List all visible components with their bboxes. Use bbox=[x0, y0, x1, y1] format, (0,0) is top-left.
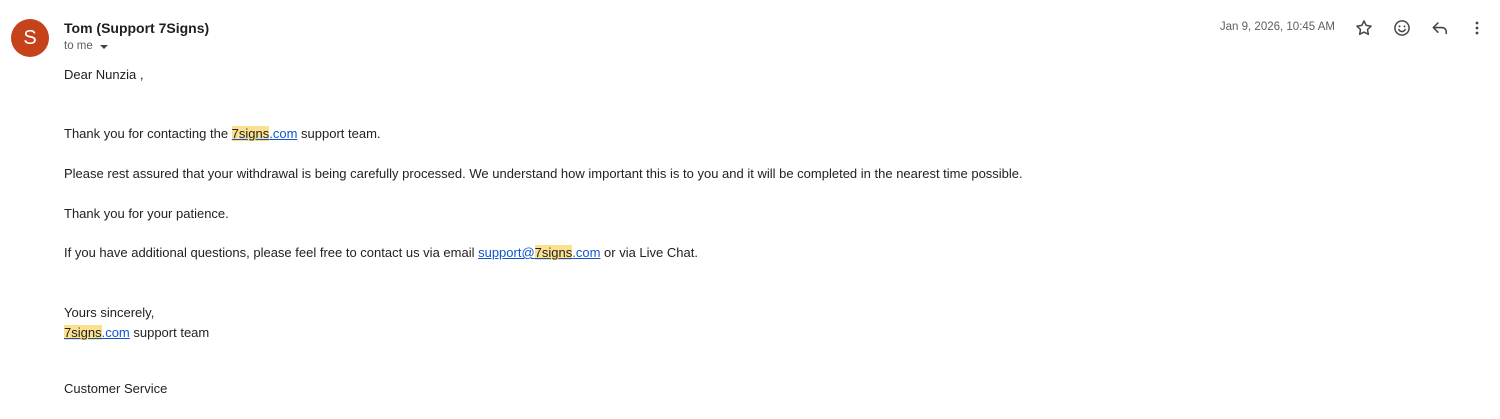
email-start: support@ bbox=[478, 245, 535, 260]
thanks-line: Thank you for your patience. bbox=[64, 206, 229, 221]
more-vert-icon[interactable] bbox=[1466, 17, 1488, 39]
chevron-down-icon bbox=[99, 44, 108, 49]
contact-line: If you have additional questions, please… bbox=[64, 245, 698, 260]
intro-line: Thank you for contacting the 7signs.com … bbox=[64, 126, 381, 141]
signature-website-link[interactable]: 7signs.com bbox=[64, 325, 130, 340]
contact-prefix: If you have additional questions, please… bbox=[64, 245, 479, 260]
greeting-line: Dear Nunzia , bbox=[64, 67, 144, 82]
signature-suffix: support team bbox=[129, 325, 210, 340]
recipient-label: to me bbox=[64, 40, 93, 52]
intro-suffix: support team. bbox=[297, 126, 381, 141]
support-email-link[interactable]: support@7signs.com bbox=[478, 245, 600, 260]
reassurance-line: Please rest assured that your withdrawal… bbox=[64, 166, 1023, 181]
signature-link-rest: .com bbox=[101, 325, 130, 340]
intro-prefix: Thank you for contacting the bbox=[64, 126, 232, 141]
footer-line: Customer Service bbox=[64, 381, 168, 396]
contact-suffix: or via Live Chat. bbox=[600, 245, 698, 260]
search-highlight: 7signs bbox=[534, 245, 573, 260]
sender-name[interactable]: Tom (Support 7Signs) bbox=[64, 20, 209, 36]
star-icon[interactable] bbox=[1353, 17, 1375, 39]
sender-avatar[interactable]: S bbox=[11, 19, 49, 57]
email-end: .com bbox=[572, 245, 601, 260]
website-link[interactable]: 7signs.com bbox=[231, 126, 298, 141]
website-link-rest: .com bbox=[269, 126, 298, 141]
reply-icon[interactable] bbox=[1429, 17, 1451, 39]
emoji-icon[interactable] bbox=[1391, 17, 1413, 39]
search-highlight: 7signs bbox=[64, 325, 102, 340]
closing-line: Yours sincerely, bbox=[64, 305, 155, 320]
recipient-details-toggle[interactable]: to me bbox=[64, 40, 108, 52]
message-date: Jan 9, 2026, 10:45 AM bbox=[1219, 21, 1335, 33]
search-highlight: 7signs bbox=[231, 126, 270, 141]
signature-line: 7signs.com support team bbox=[64, 325, 209, 340]
